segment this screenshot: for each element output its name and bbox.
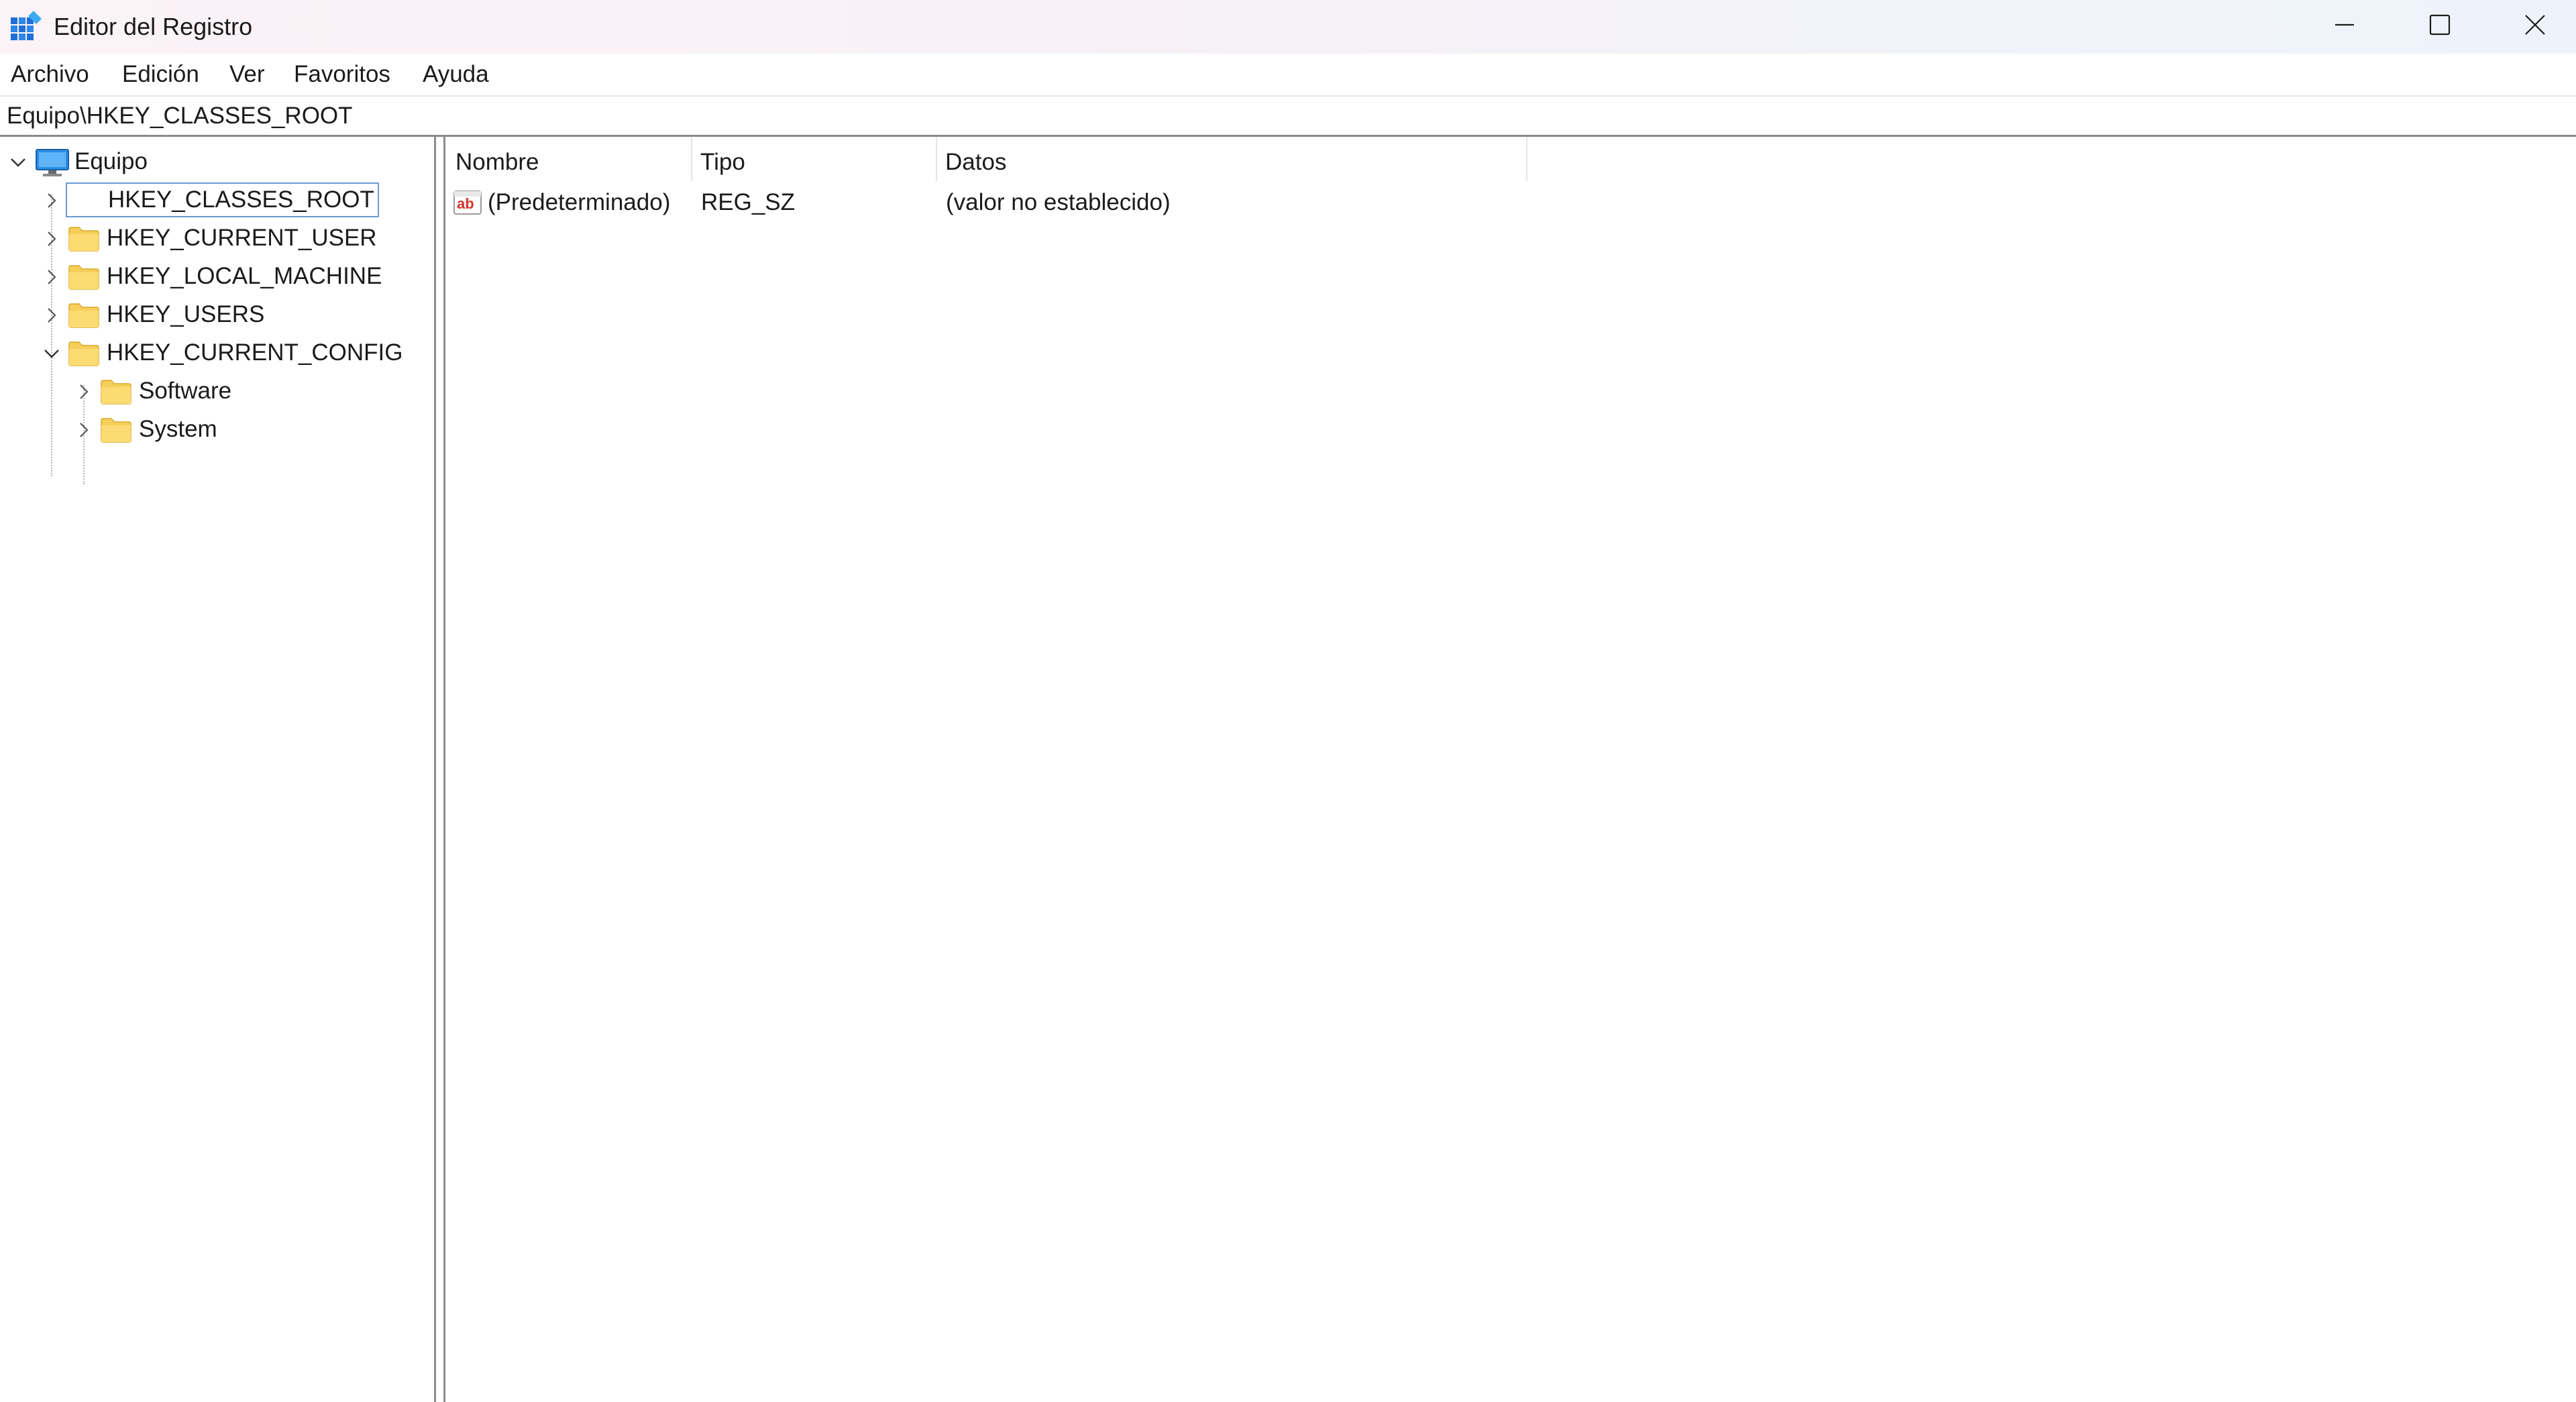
chevron-right-icon[interactable] <box>72 373 95 411</box>
chevron-right-icon[interactable] <box>40 296 63 334</box>
list-row[interactable]: ab (Predeterminado) REG_SZ (valor no est… <box>447 184 1521 221</box>
maximize-icon <box>2429 14 2451 36</box>
menu-edicion[interactable]: Edición <box>121 54 201 95</box>
values-list-pane[interactable]: Nombre Tipo Datos ab (Predeterminado) RE… <box>447 137 2576 1402</box>
title-bar[interactable]: Editor del Registro <box>0 0 2576 54</box>
menu-ayuda[interactable]: Ayuda <box>421 54 490 95</box>
menu-bar: Archivo Edición Ver Favoritos Ayuda <box>0 54 2576 95</box>
menu-ver[interactable]: Ver <box>228 54 266 95</box>
tree-label-hkey-current-config[interactable]: HKEY_CURRENT_CONFIG <box>103 335 406 370</box>
minimize-button[interactable] <box>2297 0 2392 50</box>
folder-icon <box>68 303 99 328</box>
string-value-icon: ab <box>453 191 482 215</box>
folder-icon <box>68 265 99 290</box>
menu-archivo[interactable]: Archivo <box>9 54 91 95</box>
chevron-down-icon[interactable] <box>40 335 63 372</box>
registry-editor-window: Editor del Registro Archivo Edición Ver … <box>0 0 2576 1402</box>
tree-label-hkey-classes-root[interactable]: HKEY_CLASSES_ROOT <box>66 182 379 217</box>
chevron-down-icon[interactable] <box>7 144 30 181</box>
tree-label-hkey-users[interactable]: HKEY_USERS <box>103 297 268 332</box>
column-header-tipo[interactable]: Tipo <box>692 137 937 181</box>
chevron-right-icon[interactable] <box>40 258 63 296</box>
maximize-button[interactable] <box>2392 0 2487 50</box>
tree-item-hkey-users[interactable]: HKEY_USERS <box>0 296 429 334</box>
tree-label-equipo[interactable]: Equipo <box>71 144 151 179</box>
close-icon <box>2525 15 2545 35</box>
tree-item-hkey-classes-root[interactable]: HKEY_CLASSES_ROOT <box>0 182 429 219</box>
column-header-nombre[interactable]: Nombre <box>447 137 692 181</box>
chevron-right-icon[interactable] <box>72 411 95 449</box>
chevron-right-icon[interactable] <box>40 220 63 258</box>
tree-item-equipo[interactable]: Equipo <box>0 144 429 181</box>
pane-splitter[interactable] <box>436 137 445 1402</box>
address-bar[interactable]: Equipo\HKEY_CLASSES_ROOT <box>0 95 2576 137</box>
chevron-right-icon[interactable] <box>40 182 63 219</box>
folder-icon <box>101 418 131 443</box>
tree-pane[interactable]: Equipo HKEY_CLASSES_ROOT HKEY_CURRENT_US… <box>0 137 436 1402</box>
tree-label-software[interactable]: Software <box>136 374 235 409</box>
tree-item-hkey-local-machine[interactable]: HKEY_LOCAL_MACHINE <box>0 258 429 296</box>
tree-label-system[interactable]: System <box>136 412 221 447</box>
svg-text:ab: ab <box>457 195 474 212</box>
tree-label-text: HKEY_CLASSES_ROOT <box>108 186 374 213</box>
value-type-cell: REG_SZ <box>701 189 796 215</box>
value-name-cell: (Predeterminado) <box>488 189 671 215</box>
folder-icon <box>68 227 99 252</box>
address-path[interactable]: Equipo\HKEY_CLASSES_ROOT <box>7 97 353 136</box>
tree-item-system[interactable]: System <box>0 411 429 449</box>
tree-item-software[interactable]: Software <box>0 373 429 411</box>
computer-icon <box>36 149 69 176</box>
tree-label-hkey-current-user[interactable]: HKEY_CURRENT_USER <box>103 221 380 256</box>
tree-item-hkey-current-config[interactable]: HKEY_CURRENT_CONFIG <box>0 335 429 372</box>
folder-icon <box>68 341 99 366</box>
menu-favoritos[interactable]: Favoritos <box>292 54 392 95</box>
folder-icon <box>101 380 131 405</box>
tree-label-hkey-local-machine[interactable]: HKEY_LOCAL_MACHINE <box>103 259 385 294</box>
registry-editor-icon <box>11 11 42 40</box>
tree-item-hkey-current-user[interactable]: HKEY_CURRENT_USER <box>0 220 429 258</box>
column-header-datos[interactable]: Datos <box>937 137 1527 181</box>
close-button[interactable] <box>2487 0 2576 50</box>
minimize-icon <box>2335 23 2354 26</box>
window-title: Editor del Registro <box>54 13 253 40</box>
value-data-cell: (valor no establecido) <box>946 189 1171 215</box>
